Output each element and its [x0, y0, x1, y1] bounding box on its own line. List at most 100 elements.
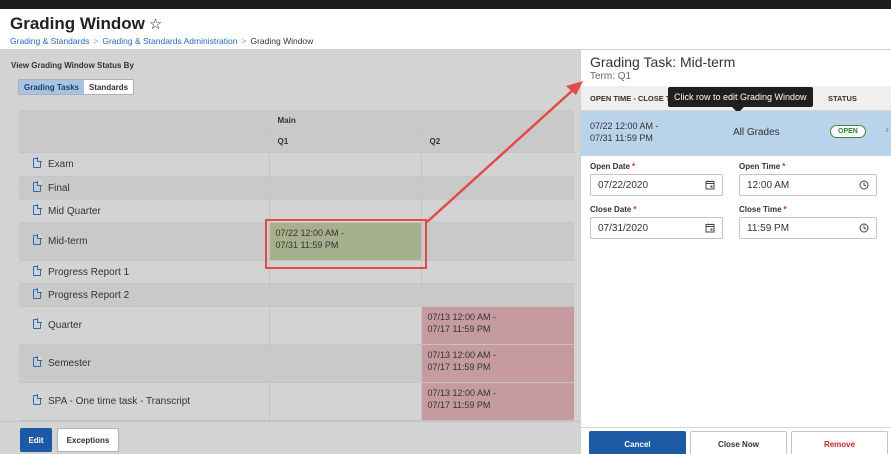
grading-task-title: Grading Task: Mid-term [590, 54, 736, 70]
task-name-cell: Progress Report 2 [19, 283, 269, 307]
q1-cell[interactable] [268, 176, 421, 200]
q2-cell[interactable] [420, 152, 574, 177]
task-name: Progress Report 1 [48, 266, 130, 278]
table-row[interactable]: Progress Report 2 [19, 283, 574, 307]
status-badge: OPEN [830, 125, 866, 138]
page-title: Grading Window ☆ [10, 14, 162, 34]
chevron-right-icon: › [885, 124, 889, 136]
task-name-cell: Mid-term [19, 222, 269, 261]
q2-cell[interactable] [420, 199, 574, 223]
file-icon [33, 356, 42, 367]
column-header-status[interactable]: STATUS [828, 94, 857, 103]
close-date-value: 07/31/2020 [598, 223, 649, 234]
q2-window-cell[interactable]: 07/13 12:00 AM - 07/17 11:59 PM [420, 344, 574, 383]
column-header-q1: Q1 [268, 131, 421, 153]
close-date-label-text: Close Date [590, 205, 632, 214]
column-header-open-close-time[interactable]: OPEN TIME - CLOSE TIME [590, 94, 670, 103]
page-title-text: Grading Window [10, 14, 145, 33]
file-icon [33, 157, 42, 168]
q2-cell[interactable] [420, 283, 574, 307]
required-mark: * [782, 162, 786, 171]
q2-window-cell[interactable]: 07/13 12:00 AM - 07/17 11:59 PM [420, 306, 574, 345]
open-time-value: 12:00 AM [747, 180, 790, 191]
file-icon [33, 287, 42, 299]
task-name-cell: Mid Quarter [19, 199, 269, 223]
task-name-cell: Exam [19, 152, 269, 177]
window-dates: 07/22 12:00 AM - 07/31 11:59 PM [590, 120, 659, 144]
q2-cell[interactable] [420, 222, 574, 261]
q2-cell[interactable] [420, 176, 574, 200]
file-icon [33, 394, 42, 405]
table-row[interactable]: SPA - One time task - Transcript 07/13 1… [19, 382, 574, 421]
task-name: Exam [48, 159, 74, 170]
close-now-button[interactable]: Close Now [690, 431, 787, 454]
breadcrumb-link[interactable]: Grading & Standards Administration [102, 36, 237, 46]
table-row[interactable]: Quarter 07/13 12:00 AM - 07/17 11:59 PM [19, 306, 574, 345]
open-date-label-text: Open Date [590, 162, 631, 171]
grades-label: All Grades [733, 127, 780, 138]
open-date-field[interactable]: 07/22/2020 [590, 174, 723, 196]
q2-cell[interactable] [420, 260, 574, 284]
cancel-button[interactable]: Cancel [589, 431, 686, 454]
group-header-main: Main [268, 110, 574, 132]
breadcrumb-link[interactable]: Grading & Standards [10, 36, 89, 46]
close-time-value: 11:59 PM [747, 223, 790, 234]
close-date-label: Close Date * [590, 205, 636, 214]
open-time-field[interactable]: 12:00 AM [739, 174, 877, 196]
task-name: Final [48, 182, 70, 194]
exceptions-button[interactable]: Exceptions [57, 428, 119, 452]
window-close-text: 07/31 11:59 PM [590, 133, 653, 143]
column-header-q2: Q2 [420, 131, 574, 153]
q2-window-cell[interactable]: 07/13 12:00 AM - 07/17 11:59 PM [420, 382, 574, 421]
required-mark: * [783, 205, 787, 214]
file-icon [33, 180, 42, 192]
window-open-text: 07/22 12:00 AM - [590, 121, 659, 131]
table-row[interactable]: Final [19, 176, 574, 200]
task-name-cell: Progress Report 1 [19, 260, 269, 284]
open-time-label-text: Open Time [739, 162, 781, 171]
task-name: Semester [48, 358, 91, 369]
task-name: Mid Quarter [48, 205, 101, 217]
clock-icon[interactable] [859, 223, 869, 233]
view-toggle: Grading Tasks Standards [18, 79, 135, 95]
calendar-icon[interactable] [705, 180, 715, 190]
file-icon [33, 203, 42, 215]
open-date-value: 07/22/2020 [598, 180, 649, 191]
task-name: Quarter [48, 320, 82, 331]
grading-task-detail-panel: Grading Task: Mid-term Term: Q1 OPEN TIM… [580, 50, 891, 454]
toggle-standards[interactable]: Standards [84, 80, 133, 94]
task-column-header [19, 110, 269, 153]
task-name: Progress Report 2 [48, 289, 130, 301]
star-outline-icon[interactable]: ☆ [149, 16, 162, 33]
breadcrumb-separator-icon: > [93, 36, 99, 46]
task-name-cell: Final [19, 176, 269, 200]
table-row[interactable]: Semester 07/13 12:00 AM - 07/17 11:59 PM [19, 344, 574, 383]
breadcrumb: Grading & Standards > Grading & Standards … [10, 36, 313, 46]
calendar-icon[interactable] [705, 223, 715, 233]
q1-cell[interactable] [268, 306, 421, 345]
edit-button[interactable]: Edit [20, 428, 52, 452]
file-icon [33, 264, 42, 276]
toggle-grading-tasks[interactable]: Grading Tasks [19, 80, 84, 94]
task-name-cell: Quarter [19, 306, 269, 345]
task-name: Mid-term [48, 236, 88, 247]
q1-cell[interactable] [268, 344, 421, 383]
task-name-cell: Semester [19, 344, 269, 383]
open-time-label: Open Time * [739, 162, 785, 171]
table-row[interactable]: Exam [19, 152, 574, 177]
close-date-field[interactable]: 07/31/2020 [590, 217, 723, 239]
remove-button[interactable]: Remove [791, 431, 888, 454]
file-icon [33, 318, 42, 329]
grading-window-row[interactable]: 07/22 12:00 AM - 07/31 11:59 PM All Grade… [581, 111, 891, 156]
annotation-highlight-box [265, 219, 427, 269]
term-label: Term: Q1 [590, 71, 632, 82]
breadcrumb-current: Grading Window [250, 36, 314, 46]
q1-cell[interactable] [268, 283, 421, 307]
q1-cell[interactable] [268, 152, 421, 177]
view-status-label: View Grading Window Status By [11, 61, 134, 70]
q1-cell[interactable] [268, 382, 421, 421]
close-time-label-text: Close Time [739, 205, 782, 214]
close-time-field[interactable]: 11:59 PM [739, 217, 877, 239]
page-header: Grading Window ☆ Grading & Standards > Grad… [0, 0, 891, 50]
clock-icon[interactable] [859, 180, 869, 190]
